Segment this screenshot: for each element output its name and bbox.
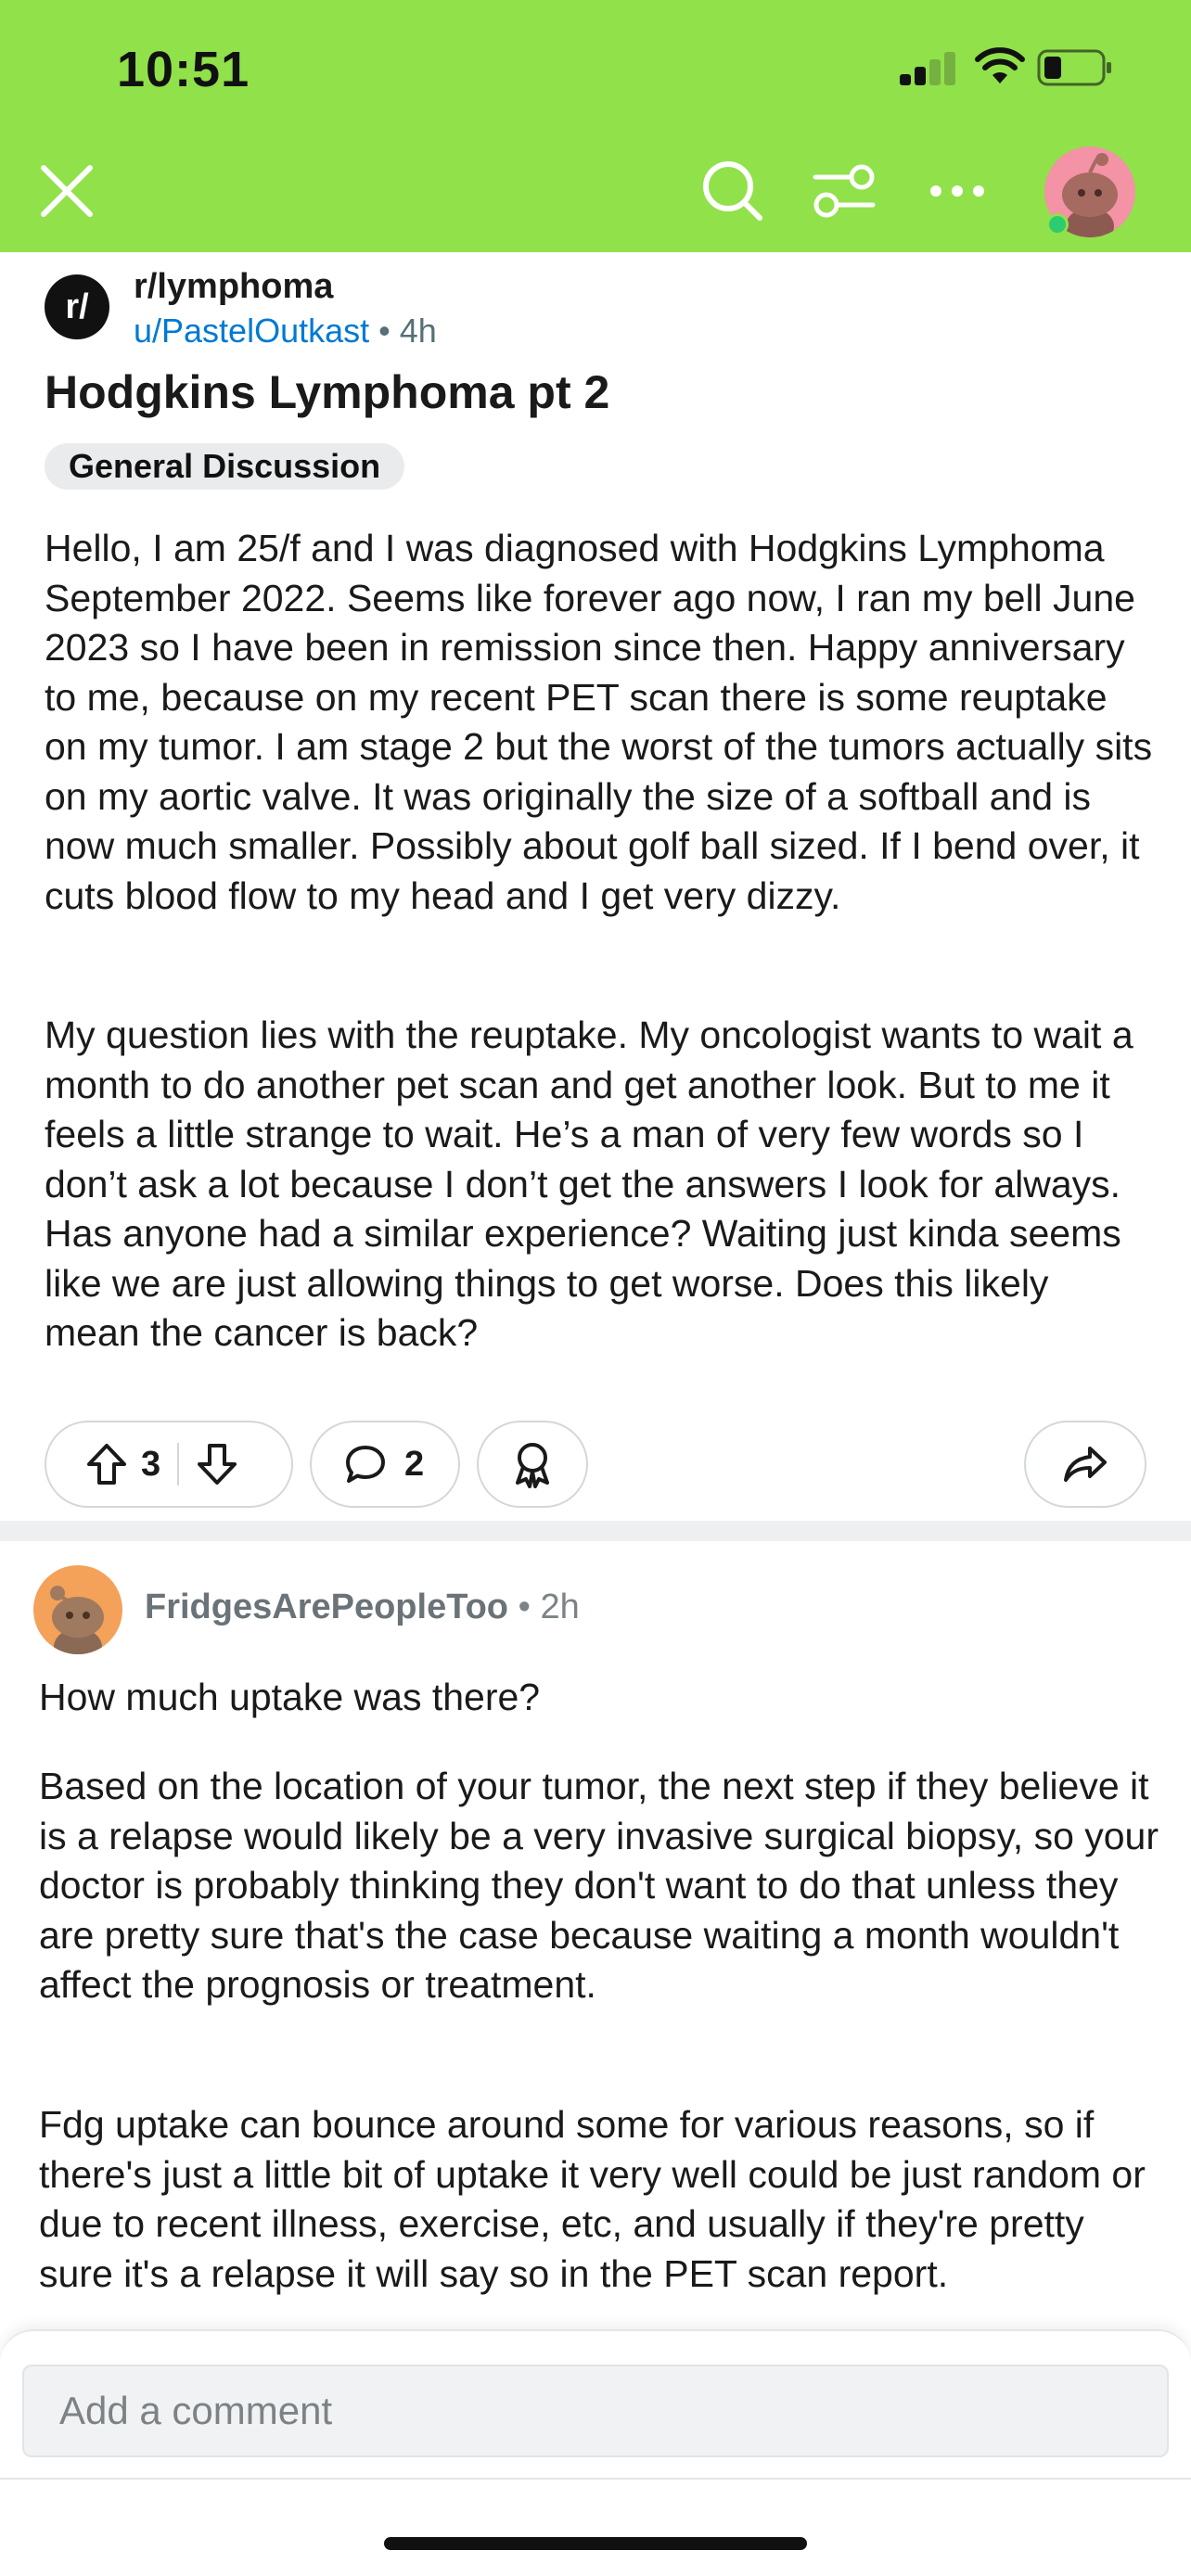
share-arrow-icon — [1064, 1447, 1107, 1482]
composer-divider — [0, 2478, 1191, 2480]
search-button[interactable] — [698, 156, 768, 226]
comment-paragraph: How much uptake was there? — [39, 1676, 541, 1718]
comment-bubble-icon — [346, 1446, 385, 1483]
online-status-dot — [1046, 213, 1069, 236]
upvote-arrow-icon — [87, 1444, 126, 1485]
home-indicator[interactable] — [384, 2537, 807, 2550]
post-meta: u/PastelOutkast • 4h — [134, 312, 437, 351]
battery-icon — [1037, 49, 1111, 86]
award-button[interactable] — [477, 1421, 588, 1508]
downvote-button[interactable] — [196, 1442, 238, 1486]
comment-count: 2 — [404, 1444, 425, 1484]
commenter-avatar[interactable] — [33, 1565, 122, 1654]
sort-filter-button[interactable] — [809, 159, 879, 223]
vote-control: 3 — [45, 1421, 293, 1508]
comment-paragraph: Fdg uptake can bounce around some for va… — [39, 2103, 1146, 2295]
downvote-arrow-icon — [198, 1444, 237, 1485]
subreddit-name[interactable]: r/lymphoma — [134, 267, 333, 307]
subreddit-icon[interactable]: r/ — [45, 274, 109, 339]
comment-age: 2h — [540, 1588, 580, 1626]
more-horizontal-icon — [930, 185, 984, 197]
wifi-icon — [975, 47, 1025, 83]
snoo-avatar-icon — [50, 1586, 104, 1654]
share-button[interactable] — [1024, 1421, 1146, 1508]
post-author[interactable]: u/PastelOutkast — [134, 312, 369, 350]
post-body-paragraph: Hello, I am 25/f and I was diagnosed wit… — [45, 527, 1153, 917]
comments-button[interactable]: 2 — [310, 1421, 460, 1508]
comment-author[interactable]: FridgesArePeopleToo — [145, 1588, 508, 1626]
comment-meta-separator: • — [518, 1588, 531, 1626]
comment-paragraph: Based on the location of your tumor, the… — [39, 1765, 1159, 2006]
close-icon — [41, 165, 93, 217]
app-header: 10:51 — [0, 0, 1191, 252]
post-flair[interactable]: General Discussion — [45, 443, 405, 490]
meta-separator: • — [378, 312, 391, 350]
section-divider — [0, 1521, 1191, 1541]
upvote-button[interactable] — [85, 1442, 128, 1486]
more-options-button[interactable] — [924, 159, 991, 223]
status-time: 10:51 — [117, 42, 250, 97]
award-icon — [516, 1443, 549, 1488]
search-icon — [703, 161, 762, 221]
cellular-signal-icon — [900, 52, 957, 85]
reddit-post-screen: 10:51 r/ r/lymphoma u/PastelOutkast • 4h… — [0, 0, 1191, 2576]
post-body-paragraph: My question lies with the reuptake. My o… — [45, 1014, 1133, 1354]
sort-filter-icon — [813, 164, 876, 218]
vote-count: 3 — [141, 1444, 161, 1484]
close-button[interactable] — [33, 158, 100, 224]
post-title: Hodgkins Lymphoma pt 2 — [45, 366, 610, 418]
add-comment-input[interactable]: Add a comment — [22, 2365, 1169, 2457]
comment-meta: FridgesArePeopleToo • 2h — [145, 1588, 580, 1627]
post-age: 4h — [399, 312, 437, 350]
vote-divider — [177, 1443, 180, 1486]
